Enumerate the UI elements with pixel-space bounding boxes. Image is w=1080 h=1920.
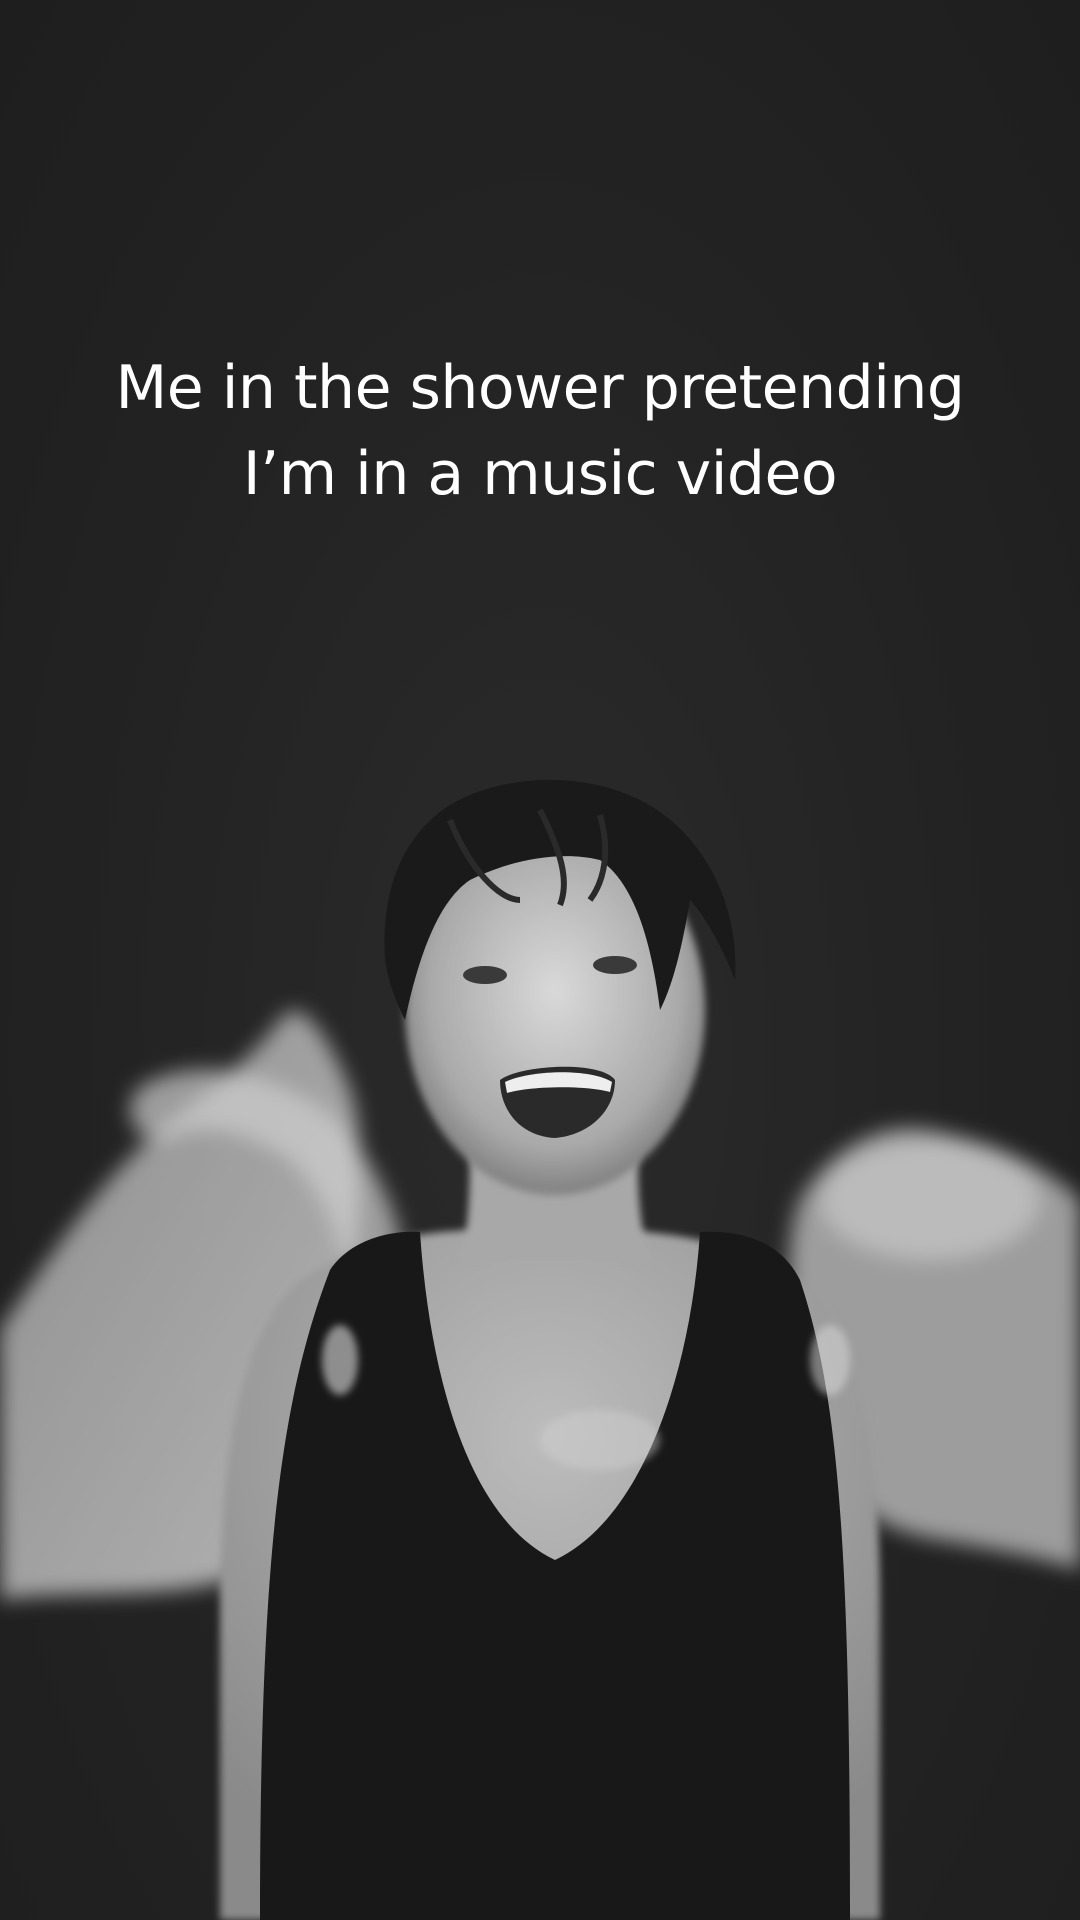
video-frame[interactable]: Me in the shower pretending I’m in a mus… — [0, 0, 1080, 1920]
video-caption: Me in the shower pretending I’m in a mus… — [40, 345, 1040, 517]
caption-line-2: I’m in a music video — [242, 439, 838, 509]
person-singing-photo — [0, 779, 1080, 1920]
caption-line-1: Me in the shower pretending — [115, 353, 965, 423]
